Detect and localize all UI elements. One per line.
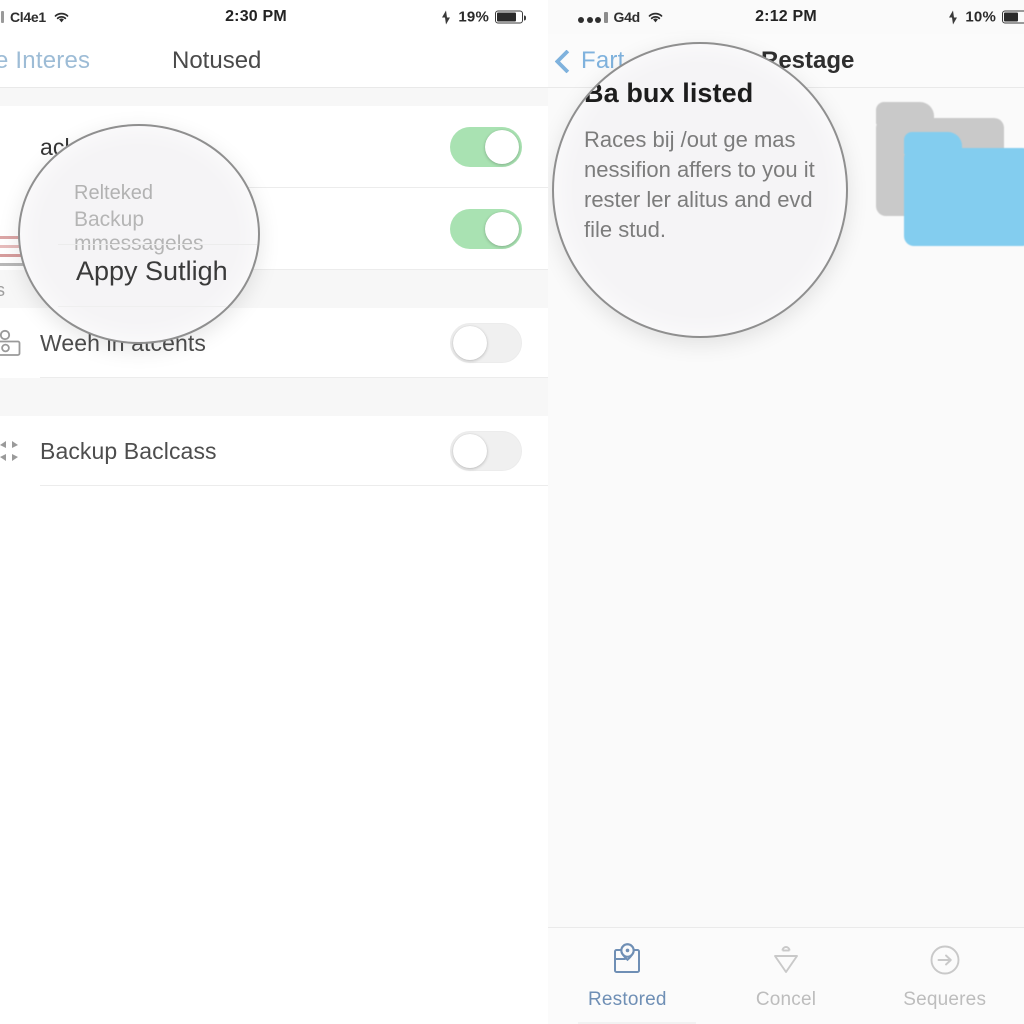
folders-illustration <box>868 102 1024 246</box>
tab-label: Restored <box>587 989 667 1010</box>
magnifier-divider-2 <box>58 306 258 307</box>
magnifier-highlight-label: Appy Sutligh <box>76 256 228 286</box>
tab-restored[interactable]: Restored <box>548 928 707 1024</box>
sync-arrows-icon <box>0 437 26 465</box>
toggle-backup-baclcass[interactable] <box>450 431 522 471</box>
tab-sequeres[interactable]: Sequeres <box>865 928 1024 1024</box>
battery-percent-label: 19% <box>458 8 489 26</box>
tab-concel[interactable]: Concel <box>707 928 866 1024</box>
magnifier-lens-right: Ba bux listed Races bij /out ge mas ness… <box>552 42 848 338</box>
app-screenshot: Cl4e1 2:30 PM 19% e Interes Notused Back… <box>0 0 1024 1024</box>
right-phone-panel: G4d 2:12 PM 10% Fart Restage Ba bux list… <box>548 0 1024 1024</box>
list-section-gap <box>0 88 548 106</box>
restore-box-icon <box>608 941 646 979</box>
right-status-right: 10% <box>947 9 1024 26</box>
magnifier-content-right: Ba bux listed Races bij /out ge mas ness… <box>554 44 846 336</box>
left-phone-panel: Cl4e1 2:30 PM 19% e Interes Notused Back… <box>0 0 548 1024</box>
location-arrow-icon <box>947 10 959 24</box>
row-divider <box>40 377 548 378</box>
left-nav-bar: e Interes Notused <box>0 34 548 88</box>
left-clock: 2:30 PM <box>225 8 287 25</box>
row-label: Backup Baclcass <box>40 437 217 464</box>
page-title: Notused <box>172 47 262 74</box>
magnifier-line-1: Relteked <box>74 182 153 204</box>
list-section-gap <box>0 378 548 416</box>
magnifier-divider <box>58 244 258 245</box>
battery-icon <box>1002 10 1024 24</box>
toggle-highlight[interactable] <box>450 209 522 249</box>
toggle-knob <box>453 434 487 468</box>
magnifier-lens-left: Relteked Backup mmessageles Appy Sutligh <box>18 124 260 344</box>
tab-label: Sequeres <box>903 989 987 1010</box>
back-button[interactable]: e Interes <box>0 47 90 75</box>
magnifier-line-2: Backup mmessageles <box>74 208 204 255</box>
funnel-icon <box>767 941 805 979</box>
battery-percent-label: 10% <box>965 8 996 26</box>
clipped-subtitle: rs <box>0 280 5 300</box>
toggle-weeh-accents[interactable] <box>450 323 522 363</box>
location-arrow-icon <box>440 10 452 24</box>
back-button-label: e Interes <box>0 47 91 74</box>
table-row[interactable]: Backup Baclcass <box>0 416 548 486</box>
toggle-knob <box>453 326 487 360</box>
row-divider <box>40 485 548 486</box>
toggle-knob <box>485 130 519 164</box>
magnifier-content-left: Relteked Backup mmessageles Appy Sutligh <box>20 126 258 342</box>
left-status-right: 19% <box>440 8 527 26</box>
right-status-bar: G4d 2:12 PM 10% <box>548 0 1024 34</box>
tab-label: Concel <box>755 989 817 1010</box>
toggle-backup[interactable] <box>450 127 522 167</box>
arrow-right-circle-icon <box>926 941 964 979</box>
folder-front-icon <box>904 132 1024 246</box>
left-status-bar: Cl4e1 2:30 PM 19% <box>0 0 548 34</box>
magnifier-title: Ba bux listed <box>584 78 754 108</box>
magnifier-body: Races bij /out ge mas nessifion affers t… <box>584 127 815 242</box>
bottom-tab-bar: Restored Concel Sequeres <box>548 927 1024 1024</box>
battery-icon <box>495 10 527 24</box>
toggle-knob <box>485 212 519 246</box>
